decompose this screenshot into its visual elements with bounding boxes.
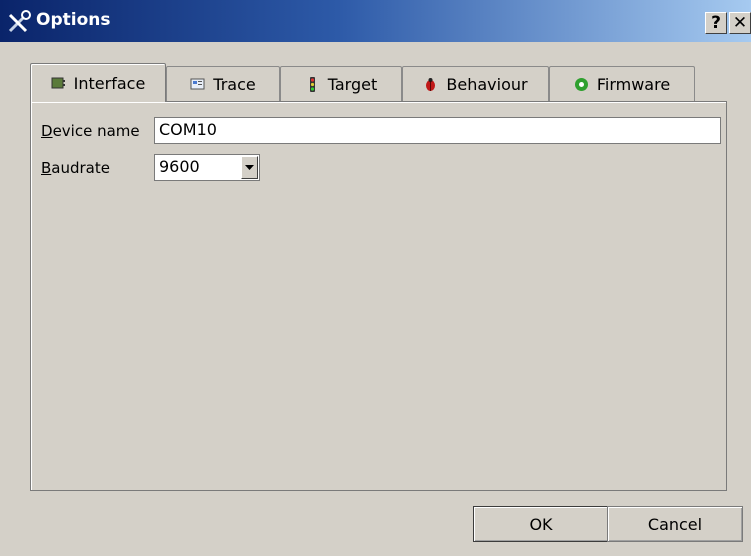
tab-label: Firmware [596, 74, 671, 94]
ladybug-icon [426, 77, 436, 91]
cancel-label: Cancel [647, 514, 703, 534]
tab-firmware[interactable]: Firmware [549, 66, 695, 101]
traffic-light-icon [309, 76, 315, 92]
device-name-field[interactable]: COM10 [154, 117, 721, 144]
tools-icon [8, 10, 31, 33]
tab-behaviour[interactable]: Behaviour [402, 66, 549, 101]
help-button[interactable]: ? [705, 12, 727, 34]
trace-icon [190, 78, 205, 89]
ok-button[interactable]: OK [473, 506, 609, 542]
tab-interface[interactable]: Interface [30, 63, 166, 102]
chevron-down-icon [245, 165, 254, 170]
tab-label: Interface [73, 73, 146, 93]
device-name-label: Device name [41, 122, 140, 140]
label-text: evice name [52, 122, 140, 140]
baudrate-dropdown-button[interactable] [241, 156, 258, 179]
window-title: Options [36, 10, 111, 30]
label-text: audrate [51, 159, 110, 177]
device-name-value: COM10 [159, 120, 217, 139]
tab-label: Behaviour [446, 74, 528, 94]
close-icon: ✕ [732, 13, 748, 33]
tab-panel-interface: Device name COM10 Baudrate 9600 [30, 101, 727, 491]
gear-green-icon [574, 77, 588, 91]
title-bar: Options ? ✕ [0, 0, 751, 42]
tab-target[interactable]: Target [280, 66, 402, 101]
ok-label: OK [529, 514, 553, 534]
close-button[interactable]: ✕ [729, 12, 751, 34]
tab-label: Target [327, 74, 378, 94]
help-icon: ? [711, 13, 721, 33]
cancel-button[interactable]: Cancel [607, 506, 743, 542]
interface-icon [51, 77, 65, 88]
label-mnemonic: B [41, 159, 52, 177]
tab-trace[interactable]: Trace [166, 66, 280, 101]
label-mnemonic: D [41, 122, 53, 140]
tab-label: Trace [213, 74, 256, 94]
baudrate-label: Baudrate [41, 159, 110, 177]
baudrate-value: 9600 [159, 157, 200, 176]
